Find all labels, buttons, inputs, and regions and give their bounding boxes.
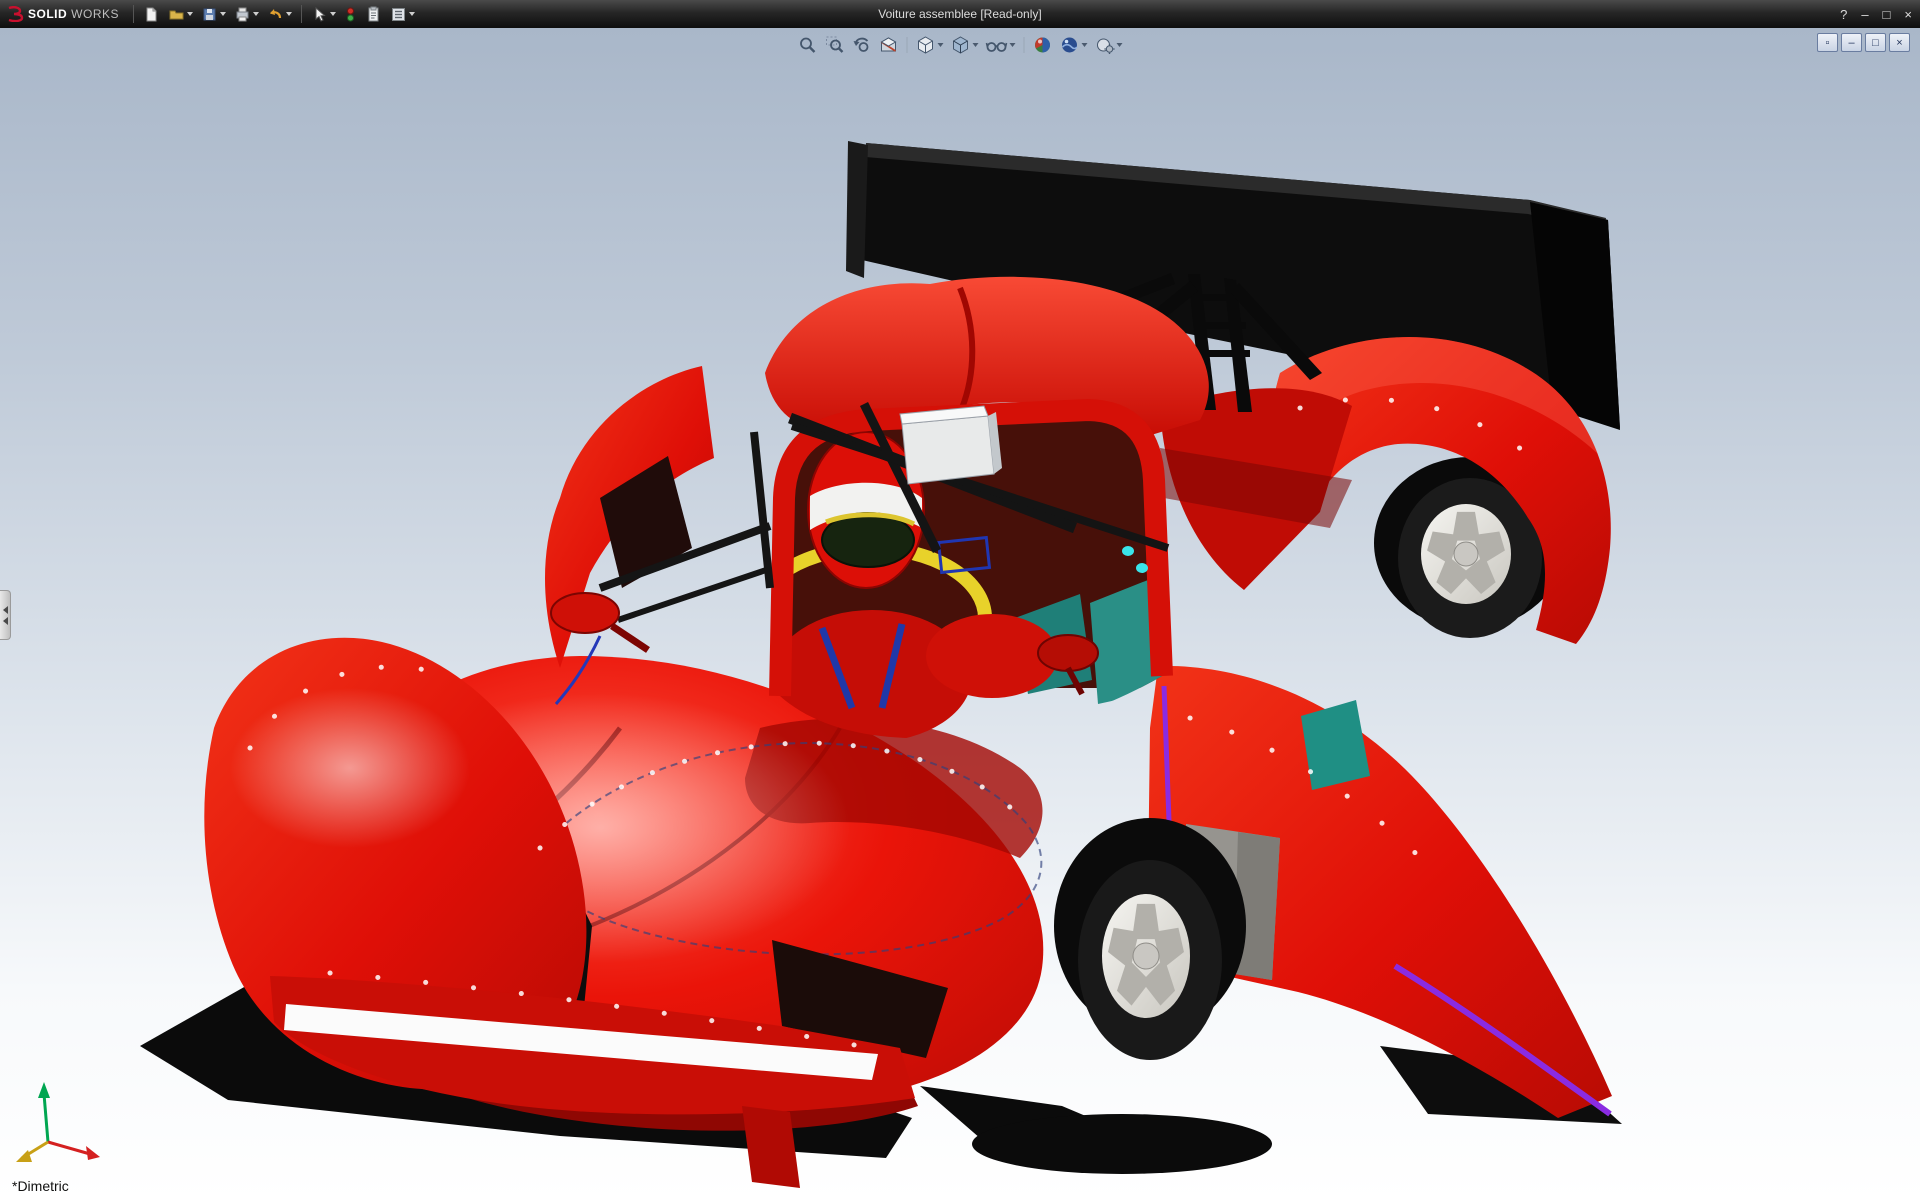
undo-button[interactable]: [264, 4, 295, 25]
options-dropdown-arrow[interactable]: [409, 12, 415, 16]
view-settings-dropdown-arrow[interactable]: [1117, 43, 1123, 47]
display-style-dropdown-arrow[interactable]: [973, 43, 979, 47]
view-settings-button[interactable]: [1093, 34, 1125, 56]
open-dropdown-arrow[interactable]: [187, 12, 193, 16]
save-dropdown-arrow[interactable]: [220, 12, 226, 16]
undo-arrow-icon: [267, 6, 284, 23]
document-properties-button[interactable]: [362, 4, 385, 25]
edit-appearance-button[interactable]: [1031, 34, 1055, 56]
headsup-view-toolbar: [792, 33, 1129, 57]
display-style-icon: [951, 35, 971, 55]
y-axis-arrow: [38, 1082, 50, 1098]
wheel-front-right[interactable]: [1054, 818, 1246, 1060]
solidworks-window: SOLID WORKS: [0, 0, 1920, 1200]
view-settings-icon: [1095, 35, 1115, 55]
window-title: Voiture assemblee [Read-only]: [878, 0, 1041, 28]
toolbar-separator: [907, 37, 908, 53]
view-orientation-button[interactable]: [914, 34, 946, 56]
selection-filter-icon: [344, 6, 357, 23]
feature-pane-collapse-tab[interactable]: [0, 590, 11, 640]
document-window-controls: ▫ – □ ×: [1817, 33, 1910, 52]
previous-view-button[interactable]: [850, 34, 874, 56]
x-axis-arrow: [86, 1146, 100, 1160]
minimize-button[interactable]: –: [1859, 7, 1870, 22]
zoom-to-fit-icon: [798, 35, 818, 55]
apply-scene-icon: [1060, 35, 1080, 55]
3ds-logo-icon: [6, 6, 24, 22]
print-button[interactable]: [231, 4, 262, 25]
hide-show-dropdown-arrow[interactable]: [1010, 43, 1016, 47]
zoom-to-area-icon: [825, 35, 845, 55]
zoom-to-fit-button[interactable]: [796, 34, 820, 56]
new-document-icon: [143, 6, 160, 23]
axis-triad: [8, 1080, 118, 1170]
select-button[interactable]: [308, 4, 339, 25]
zoom-to-area-button[interactable]: [823, 34, 847, 56]
open-button[interactable]: [165, 4, 196, 25]
graphics-viewport[interactable]: ▫ – □ × *Dimetric: [0, 28, 1920, 1200]
help-button[interactable]: ?: [1838, 7, 1849, 22]
doc-restore-button[interactable]: □: [1865, 33, 1886, 52]
new-document-button[interactable]: [140, 4, 163, 25]
harness-orange: [722, 600, 768, 683]
doc-window-button[interactable]: ▫: [1817, 33, 1838, 52]
view-orientation-label: *Dimetric: [12, 1178, 69, 1194]
hide-show-items-button[interactable]: [984, 34, 1018, 56]
display-style-button[interactable]: [949, 34, 981, 56]
undo-dropdown-arrow[interactable]: [286, 12, 292, 16]
doc-minimize-button[interactable]: –: [1841, 33, 1862, 52]
previous-view-icon: [852, 35, 872, 55]
brand-works: WORKS: [71, 7, 119, 21]
open-folder-icon: [168, 6, 185, 23]
view-orientation-cube-icon: [916, 35, 936, 55]
section-view-button[interactable]: [877, 34, 901, 56]
view-orientation-dropdown-arrow[interactable]: [938, 43, 944, 47]
section-view-icon: [879, 35, 899, 55]
camera-box[interactable]: [900, 406, 1002, 484]
main-toolbar: [129, 4, 418, 25]
document-properties-icon: [365, 6, 382, 23]
car-model[interactable]: [0, 28, 1920, 1200]
save-floppy-icon: [201, 6, 218, 23]
options-icon: [390, 6, 407, 23]
toolbar-separator: [133, 5, 134, 23]
apply-scene-dropdown-arrow[interactable]: [1082, 43, 1088, 47]
edit-appearance-sphere-icon: [1033, 35, 1053, 55]
save-button[interactable]: [198, 4, 229, 25]
apply-scene-button[interactable]: [1058, 34, 1090, 56]
select-dropdown-arrow[interactable]: [330, 12, 336, 16]
side-window-teal[interactable]: [1301, 700, 1370, 790]
solidworks-logo: SOLID WORKS: [0, 6, 129, 22]
toolbar-separator: [1024, 37, 1025, 53]
maximize-button[interactable]: □: [1881, 7, 1893, 22]
doc-close-button[interactable]: ×: [1889, 33, 1910, 52]
print-dropdown-arrow[interactable]: [253, 12, 259, 16]
print-icon: [234, 6, 251, 23]
hide-show-glasses-icon: [986, 35, 1008, 55]
selection-filter-button[interactable]: [341, 4, 360, 25]
select-cursor-icon: [311, 6, 328, 23]
title-bar: SOLID WORKS: [0, 0, 1920, 28]
brand-solid: SOLID: [28, 7, 67, 21]
close-button[interactable]: ×: [1902, 7, 1914, 22]
toolbar-separator: [301, 5, 302, 23]
window-controls: ? – □ ×: [1838, 0, 1914, 28]
options-button[interactable]: [387, 4, 418, 25]
